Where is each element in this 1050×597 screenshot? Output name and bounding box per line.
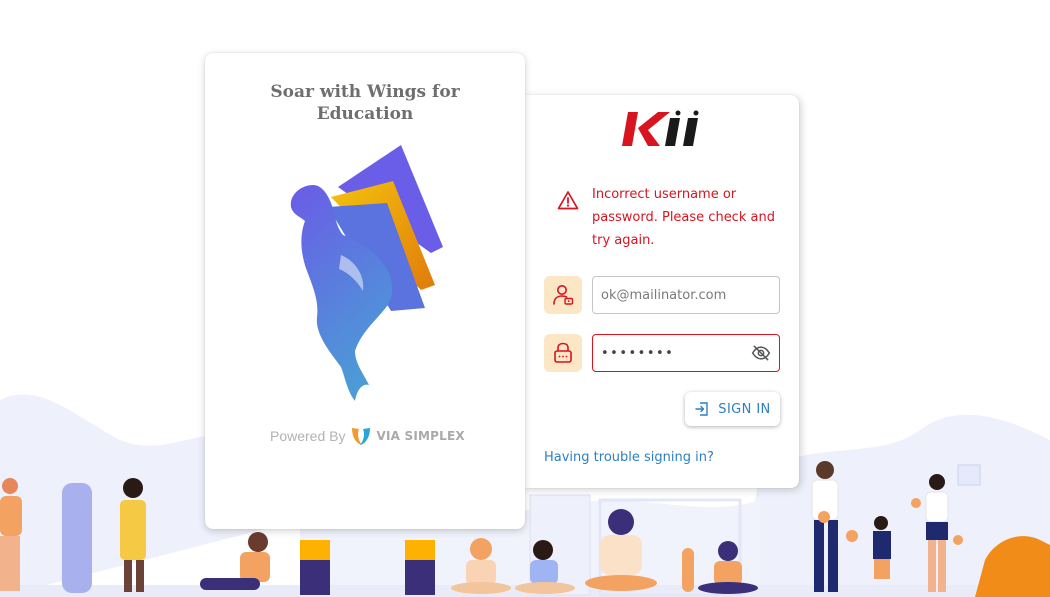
trouble-signing-in-link[interactable]: Having trouble signing in? (544, 450, 714, 465)
vendor-name: VIA SIMPLEX (376, 429, 465, 443)
warning-triangle-icon (557, 191, 579, 210)
email-field[interactable] (592, 276, 780, 314)
sign-in-button[interactable]: SIGN IN (685, 392, 780, 426)
user-icon (544, 276, 582, 314)
login-card: Incorrect username or password. Please c… (525, 95, 799, 488)
eye-off-icon[interactable] (751, 343, 771, 363)
wings-woman-logo (290, 145, 443, 401)
powered-by-label: Powered By (270, 428, 346, 444)
brand-title: Soar with Wings for Education (270, 82, 460, 124)
lock-icon (544, 334, 582, 372)
login-page: Soar with Wings for Education Powered By… (0, 0, 1050, 597)
login-arrow-icon (695, 402, 708, 416)
sign-in-label: SIGN IN (718, 401, 771, 417)
brand-card: Soar with Wings for Education Powered By… (205, 53, 525, 529)
error-message: Incorrect username or password. Please c… (592, 187, 775, 248)
email-input[interactable] (601, 287, 771, 303)
via-simplex-icon (352, 428, 371, 445)
powered-by: Powered By VIA SIMPLEX (270, 424, 470, 448)
password-field[interactable]: •••••••• (592, 334, 780, 372)
kii-logo (622, 110, 699, 146)
password-mask[interactable]: •••••••• (601, 346, 751, 361)
